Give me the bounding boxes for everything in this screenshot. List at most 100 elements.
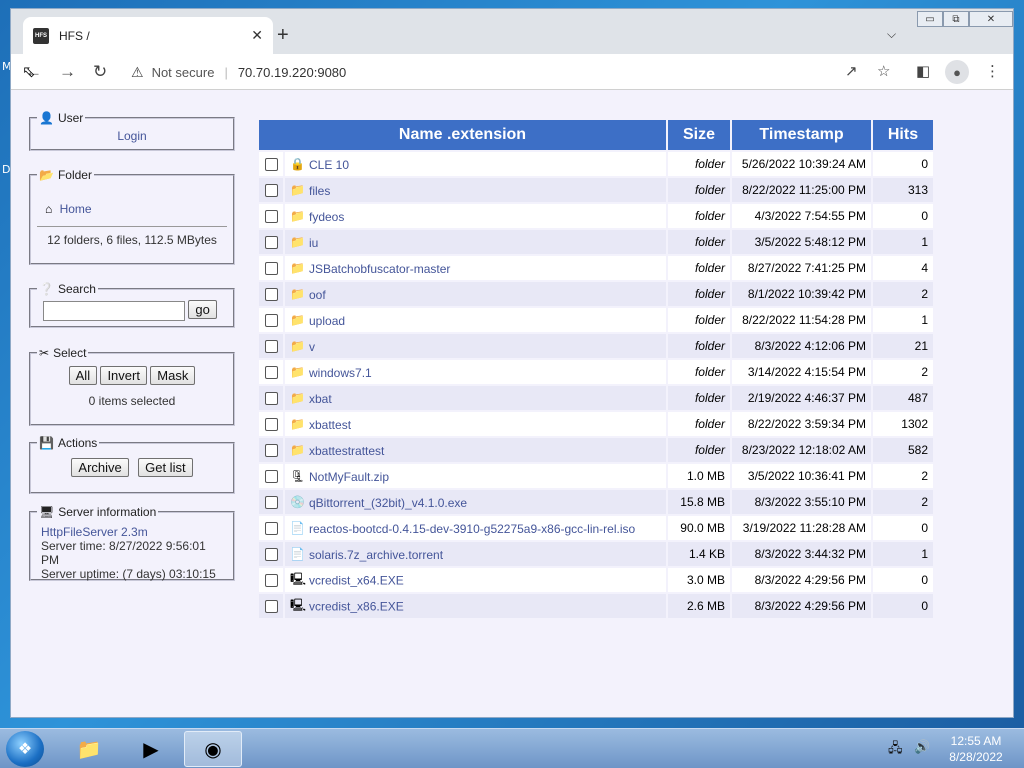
archive-button[interactable]: Archive: [71, 458, 129, 477]
system-clock[interactable]: 12:55 AM 8/28/2022: [936, 733, 1016, 765]
close-window-button[interactable]: ✕: [969, 11, 1013, 27]
network-icon[interactable]: 🖧: [888, 739, 903, 761]
checkbox[interactable]: [264, 392, 278, 406]
select-all-button[interactable]: All: [68, 366, 98, 385]
maximize-button[interactable]: ⧉: [943, 11, 969, 27]
checkbox[interactable]: [264, 574, 278, 588]
reload-icon[interactable]: ↻: [93, 62, 107, 82]
file-name-link[interactable]: windows7.1: [309, 365, 372, 379]
row-checkbox[interactable]: [259, 490, 283, 514]
warning-triangle-icon[interactable]: ⚠: [131, 64, 144, 81]
volume-icon[interactable]: 🔊: [914, 739, 930, 755]
row-checkbox[interactable]: [259, 256, 283, 280]
size-column-header[interactable]: Size: [668, 120, 730, 150]
mask-button[interactable]: Mask: [150, 366, 196, 385]
row-checkbox[interactable]: [259, 464, 283, 488]
explorer-taskbar-icon[interactable]: 📁: [60, 731, 118, 767]
search-input[interactable]: [43, 300, 185, 321]
server-software-link[interactable]: HttpFileServer 2.3m: [41, 525, 227, 539]
url-text[interactable]: 70.70.19.220:9080: [238, 65, 346, 80]
file-name-link[interactable]: vcredist_x64.EXE: [309, 573, 404, 587]
checkbox[interactable]: [264, 522, 278, 536]
row-checkbox[interactable]: [259, 438, 283, 462]
hits-column-header[interactable]: Hits: [873, 120, 933, 150]
minimize-button[interactable]: ▭: [917, 11, 943, 27]
forward-arrow-icon[interactable]: →: [59, 62, 76, 82]
tab-search-chevron-icon[interactable]: ⌵: [887, 27, 896, 42]
row-checkbox[interactable]: [259, 230, 283, 254]
checkbox[interactable]: [264, 236, 278, 250]
home-icon: ⌂: [45, 202, 53, 216]
profile-avatar-icon[interactable]: ●: [945, 60, 969, 84]
checkbox[interactable]: [264, 470, 278, 484]
address-bar[interactable]: ⚠ Not secure | 70.70.19.220:9080: [123, 59, 893, 85]
file-name-link[interactable]: oof: [309, 287, 326, 301]
tab-hfs[interactable]: HFS HFS / ✕: [23, 17, 273, 54]
row-checkbox[interactable]: [259, 542, 283, 566]
checkbox[interactable]: [264, 418, 278, 432]
tab-close-icon[interactable]: ✕: [251, 27, 263, 44]
file-name-cell: 📄 solaris.7z_archive.torrent: [285, 542, 666, 566]
row-checkbox[interactable]: [259, 516, 283, 540]
checkbox[interactable]: [264, 314, 278, 328]
file-name-link[interactable]: fydeos: [309, 209, 344, 223]
get-list-button[interactable]: Get list: [138, 458, 193, 477]
checkbox[interactable]: [264, 600, 278, 614]
row-checkbox[interactable]: [259, 308, 283, 332]
start-button[interactable]: ❖: [6, 731, 44, 767]
login-link[interactable]: Login: [117, 129, 146, 143]
row-checkbox[interactable]: [259, 568, 283, 592]
table-row: 📁 oof folder 8/1/2022 10:39:42 PM 2: [259, 282, 933, 306]
table-row: 📁 windows7.1 folder 3/14/2022 4:15:54 PM 2: [259, 360, 933, 384]
search-go-button[interactable]: go: [188, 300, 217, 319]
row-checkbox[interactable]: [259, 334, 283, 358]
row-checkbox[interactable]: [259, 412, 283, 436]
file-name-link[interactable]: xbat: [309, 391, 332, 405]
row-checkbox[interactable]: [259, 282, 283, 306]
file-name-link[interactable]: upload: [309, 313, 345, 327]
file-name-link[interactable]: xbattest: [309, 417, 351, 431]
table-row: 📁 files folder 8/22/2022 11:25:00 PM 313: [259, 178, 933, 202]
menu-kebab-icon[interactable]: ⋮: [985, 62, 1000, 80]
timestamp-column-header[interactable]: Timestamp: [732, 120, 871, 150]
file-name-link[interactable]: reactos-bootcd-0.4.15-dev-3910-g52275a9-…: [309, 521, 635, 535]
file-name-link[interactable]: iu: [309, 235, 318, 249]
file-name-link[interactable]: xbattestrattest: [309, 443, 384, 457]
media-player-taskbar-icon[interactable]: ▶: [122, 731, 180, 767]
file-name-link[interactable]: files: [309, 183, 330, 197]
new-tab-button[interactable]: +: [277, 24, 289, 47]
file-name-link[interactable]: v: [309, 339, 315, 353]
file-name-link[interactable]: qBittorrent_(32bit)_v4.1.0.exe: [309, 495, 467, 509]
name-column-header[interactable]: Name .extension: [259, 120, 666, 150]
folder-panel: 📂 Folder ⌂ Home 12 folders, 6 files, 112.…: [29, 168, 235, 265]
checkbox[interactable]: [264, 184, 278, 198]
chrome-taskbar-icon[interactable]: ◉: [184, 731, 242, 767]
checkbox[interactable]: [264, 288, 278, 302]
checkbox[interactable]: [264, 548, 278, 562]
checkbox[interactable]: [264, 262, 278, 276]
checkbox[interactable]: [264, 444, 278, 458]
file-name-link[interactable]: CLE 10: [309, 157, 349, 171]
home-link[interactable]: Home: [60, 202, 92, 216]
checkbox[interactable]: [264, 496, 278, 510]
row-checkbox[interactable]: [259, 594, 283, 618]
row-checkbox[interactable]: [259, 360, 283, 384]
checkbox[interactable]: [264, 366, 278, 380]
file-name-link[interactable]: solaris.7z_archive.torrent: [309, 547, 443, 561]
file-timestamp-cell: 4/3/2022 7:54:55 PM: [732, 204, 871, 228]
row-checkbox[interactable]: [259, 178, 283, 202]
row-checkbox[interactable]: [259, 204, 283, 228]
file-name-link[interactable]: NotMyFault.zip: [309, 469, 389, 483]
checkbox[interactable]: [264, 158, 278, 172]
row-checkbox[interactable]: [259, 386, 283, 410]
checkbox[interactable]: [264, 340, 278, 354]
side-panel-icon[interactable]: ◧: [916, 62, 930, 80]
checkbox[interactable]: [264, 210, 278, 224]
row-checkbox[interactable]: [259, 152, 283, 176]
file-name-link[interactable]: vcredist_x86.EXE: [309, 599, 404, 613]
invert-selection-button[interactable]: Invert: [100, 366, 147, 385]
bookmark-star-icon[interactable]: ☆: [877, 62, 890, 80]
file-name-cell: 📁 v: [285, 334, 666, 358]
file-name-link[interactable]: JSBatchobfuscator-master: [309, 261, 450, 275]
share-icon[interactable]: ↗: [845, 62, 858, 80]
